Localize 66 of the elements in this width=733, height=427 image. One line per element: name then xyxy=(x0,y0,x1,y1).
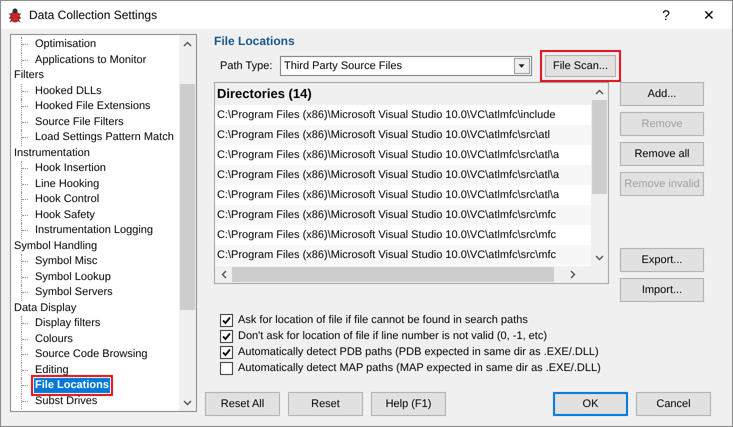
tree-item[interactable]: Instrumentation Logging xyxy=(34,223,154,238)
tree-item[interactable]: Editing xyxy=(34,362,70,378)
list-header: Directories (14) xyxy=(215,83,591,105)
directory-row[interactable]: C:\Program Files (x86)\Microsoft Visual Studio 10.0\VC\atlmfc\src\mfc xyxy=(215,205,591,225)
path-type-dropdown[interactable]: Third Party Source Files xyxy=(280,56,532,76)
dialog-button[interactable]: Cancel xyxy=(636,392,711,416)
tree-group[interactable]: Instrumentation xyxy=(14,146,179,161)
tree-item[interactable]: Line Hooking xyxy=(34,176,100,192)
scroll-up-icon[interactable] xyxy=(595,88,604,94)
tree-item[interactable]: Load Settings Pattern Match xyxy=(34,130,175,146)
checkbox[interactable] xyxy=(220,362,233,374)
scroll-thumb[interactable] xyxy=(232,267,554,282)
dialog-button[interactable]: Reset All xyxy=(205,392,280,416)
close-button[interactable]: ✕ xyxy=(686,4,732,26)
help-button[interactable]: ? xyxy=(646,4,686,26)
scroll-left-icon[interactable] xyxy=(220,270,226,279)
tree-item[interactable]: Hook Safety xyxy=(34,208,96,223)
checkbox[interactable] xyxy=(220,330,233,342)
dialog-button[interactable]: Remove all xyxy=(620,142,704,166)
directory-row[interactable]: C:\Program Files (x86)\Microsoft Visual Studio 10.0\VC\atlmfc\src\atl\a xyxy=(215,165,591,185)
scrollbar[interactable] xyxy=(179,35,196,411)
path-type-label: Path Type: xyxy=(220,58,274,74)
scrollbar[interactable] xyxy=(215,266,608,283)
file-scan-button[interactable]: File Scan... xyxy=(545,55,616,77)
checkbox-label[interactable]: Don't ask for location of file if line number is not valid (0, -1, etc) xyxy=(238,328,548,344)
tree-group[interactable]: Data Display xyxy=(14,300,179,316)
tree-group[interactable]: Symbol Handling xyxy=(14,238,179,254)
dialog-button[interactable]: Export... xyxy=(620,248,704,272)
scroll-thumb[interactable] xyxy=(592,100,607,194)
tree-item[interactable]: Hooked DLLs xyxy=(34,84,103,99)
tree-item[interactable]: Subst Drives xyxy=(34,394,98,409)
tree-item[interactable]: Hook Control xyxy=(34,192,100,208)
scroll-thumb[interactable] xyxy=(180,84,195,310)
scroll-right-icon[interactable] xyxy=(570,270,576,279)
checkbox-label[interactable]: Ask for location of file if file cannot be found in search paths xyxy=(238,312,528,328)
tree-item[interactable]: Colours xyxy=(34,332,74,347)
tree-item[interactable]: Symbol Servers xyxy=(34,285,114,300)
checkbox-label[interactable]: Automatically detect MAP paths (MAP expected in same dir as .EXE/.DLL) xyxy=(238,360,601,376)
tree-item[interactable]: Display filters xyxy=(34,316,102,332)
section-title: File Locations xyxy=(214,34,296,48)
tree-item[interactable]: Symbol Lookup xyxy=(34,270,112,285)
tree-item[interactable]: Source Code Browsing xyxy=(34,347,149,362)
dialog-button[interactable]: Add... xyxy=(620,82,704,106)
directory-row[interactable]: C:\Program Files (x86)\Microsoft Visual Studio 10.0\VC\atlmfc\src\atl xyxy=(215,125,591,145)
tree-item[interactable]: Optimisation xyxy=(34,37,98,52)
scroll-up-icon[interactable] xyxy=(183,40,192,46)
dialog-button[interactable]: Help (F1) xyxy=(371,392,446,416)
scroll-down-icon[interactable] xyxy=(595,254,604,260)
dialog-button[interactable]: Import... xyxy=(620,278,704,302)
tree-item[interactable]: Hooked File Extensions xyxy=(34,99,152,114)
directory-row[interactable]: C:\Program Files (x86)\Microsoft Visual Studio 10.0\VC\atlmfc\src\mfc xyxy=(215,245,591,265)
checkbox[interactable] xyxy=(220,346,233,358)
scrollbar[interactable] xyxy=(591,83,608,266)
bug-icon xyxy=(7,7,23,23)
tree-item[interactable]: Source File Filters xyxy=(34,114,125,130)
dialog-button[interactable]: Reset xyxy=(288,392,363,416)
scroll-down-icon[interactable] xyxy=(183,400,192,406)
tree-item[interactable]: Applications to Monitor xyxy=(34,52,148,68)
checkbox-label[interactable]: Automatically detect PDB paths (PDB expected in same dir as .EXE/.DLL) xyxy=(238,344,599,360)
tree-item[interactable]: Symbol Misc xyxy=(34,254,98,270)
tree-group[interactable]: Filters xyxy=(14,68,179,84)
window-title: Data Collection Settings xyxy=(29,7,158,24)
tree-item[interactable]: File Locations xyxy=(34,378,110,394)
tree-item[interactable]: Hook Insertion xyxy=(34,161,107,176)
dialog-button[interactable]: OK xyxy=(553,392,628,416)
checkbox[interactable] xyxy=(220,314,233,326)
